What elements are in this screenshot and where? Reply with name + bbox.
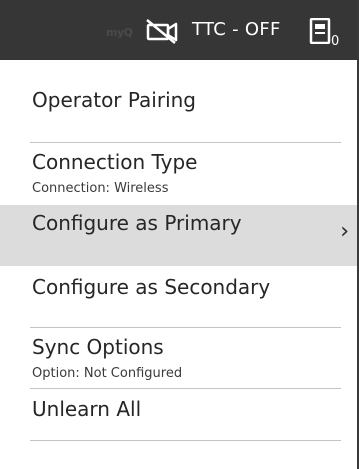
divider: [30, 440, 341, 441]
menu-item-label: Configure as Primary: [32, 211, 242, 235]
menu-item-configure-secondary[interactable]: Configure as Secondary: [0, 266, 357, 327]
camera-off-icon: [145, 18, 181, 44]
menu-item-sync-options[interactable]: Sync Options Option: Not Configured: [0, 328, 357, 388]
menu-item-label: Configure as Secondary: [32, 275, 271, 299]
menu-item-label: Connection Type: [32, 150, 198, 174]
chevron-right-icon: ›: [340, 219, 349, 244]
menu-item-label: Operator Pairing: [32, 88, 197, 112]
menu-item-operator-pairing[interactable]: Operator Pairing: [0, 60, 357, 142]
menu-item-unlearn-all[interactable]: Unlearn All: [0, 389, 357, 439]
menu-item-configure-primary[interactable]: Configure as Primary ›: [0, 205, 357, 266]
status-bar: myQ TTC - OFF 0: [0, 0, 359, 60]
connection-value: Connection: Wireless: [32, 181, 169, 196]
remote-icon: [309, 17, 331, 45]
settings-screen: myQ TTC - OFF 0 Operator Pairing Connect…: [0, 0, 359, 469]
menu-item-label: Sync Options: [32, 335, 164, 359]
sync-option-value: Option: Not Configured: [32, 366, 183, 381]
myq-logo: myQ: [106, 26, 133, 39]
remote-count: 0: [331, 34, 340, 49]
menu-item-label: Unlearn All: [32, 397, 142, 421]
menu-item-connection-type[interactable]: Connection Type Connection: Wireless: [0, 143, 357, 205]
ttc-status: TTC - OFF: [192, 19, 281, 40]
